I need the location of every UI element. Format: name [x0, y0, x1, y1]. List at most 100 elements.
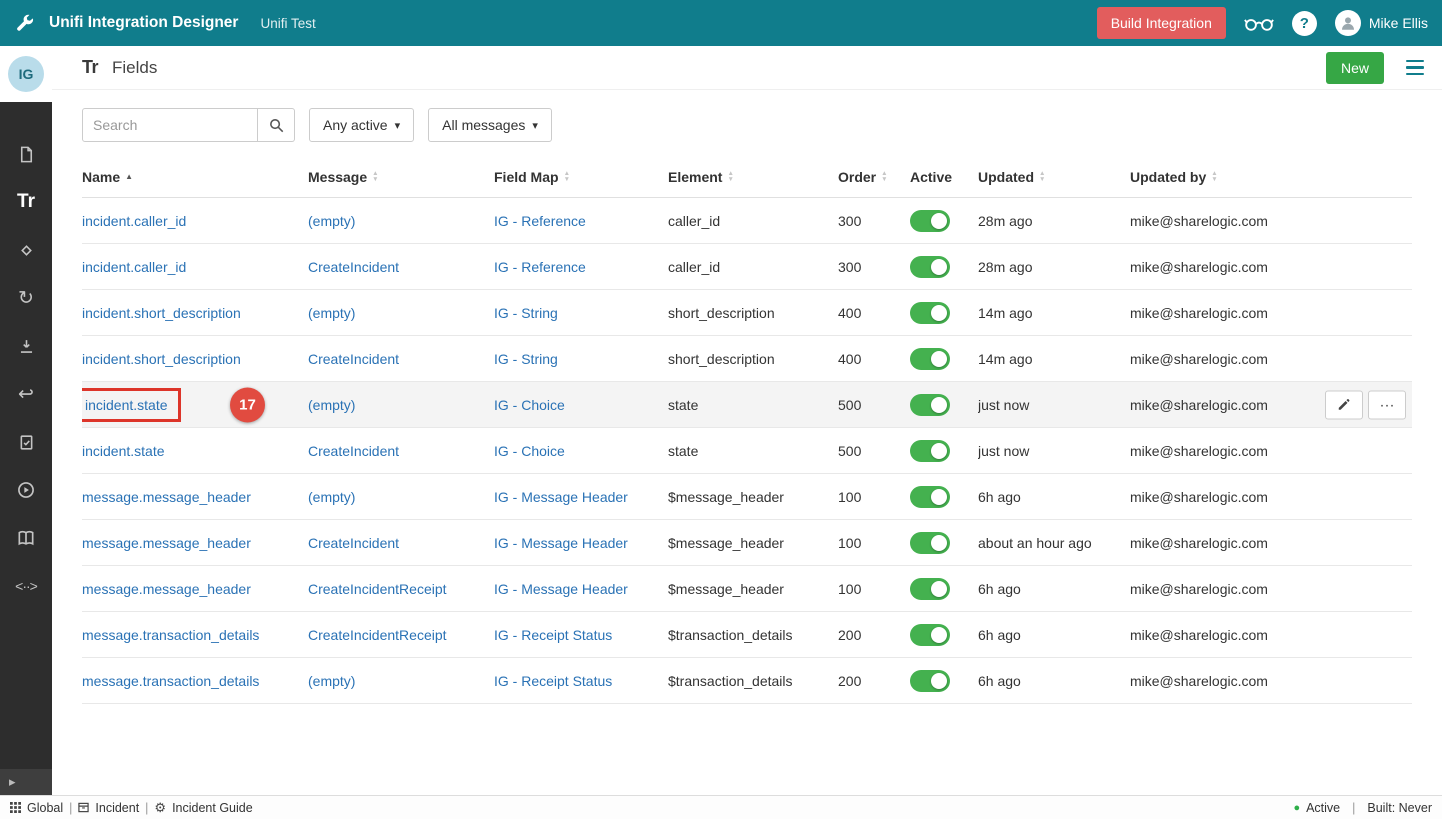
message-link[interactable]: (empty) [308, 213, 355, 229]
active-filter-dropdown[interactable]: Any active ▾ [309, 108, 414, 142]
field-name-link[interactable]: incident.caller_id [82, 259, 186, 275]
column-header-order[interactable]: Order ▲▼ [838, 169, 910, 185]
column-header-name[interactable]: Name ▲ [82, 169, 308, 185]
message-link[interactable]: CreateIncident [308, 259, 399, 275]
active-toggle[interactable] [910, 532, 950, 554]
field-map-link[interactable]: IG - Receipt Status [494, 673, 612, 689]
active-toggle[interactable] [910, 486, 950, 508]
messages-filter-dropdown[interactable]: All messages ▾ [428, 108, 552, 142]
field-map-link[interactable]: IG - Reference [494, 213, 586, 229]
statusbar-context[interactable]: ⚙ Incident Guide [154, 800, 252, 816]
field-map-link[interactable]: IG - String [494, 351, 558, 367]
incident-icon [78, 802, 89, 813]
updated-cell: 28m ago [978, 259, 1130, 275]
message-link[interactable]: (empty) [308, 489, 355, 505]
message-link[interactable]: CreateIncidentReceipt [308, 581, 447, 597]
active-toggle[interactable] [910, 670, 950, 692]
updated-by-cell: mike@sharelogic.com [1130, 489, 1412, 505]
field-map-link[interactable]: IG - String [494, 305, 558, 321]
field-map-link[interactable]: IG - Message Header [494, 489, 628, 505]
active-toggle[interactable] [910, 394, 950, 416]
field-map-link[interactable]: IG - Choice [494, 443, 565, 459]
sidebar-item-history[interactable]: ↻ [0, 274, 52, 322]
message-link[interactable]: CreateIncident [308, 443, 399, 459]
field-name-link[interactable]: incident.caller_id [82, 213, 186, 229]
updated-cell: 6h ago [978, 581, 1130, 597]
active-toggle[interactable] [910, 440, 950, 462]
column-header-element[interactable]: Element ▲▼ [668, 169, 838, 185]
message-link[interactable]: (empty) [308, 673, 355, 689]
search-button[interactable] [258, 108, 295, 142]
preview-glasses-icon[interactable] [1244, 15, 1274, 32]
active-toggle[interactable] [910, 348, 950, 370]
sidebar-collapse-button[interactable]: ▸ [0, 769, 52, 795]
integration-avatar[interactable]: IG [8, 56, 44, 92]
main-content: Tr Fields New Any active ▾ All messages … [52, 46, 1442, 795]
sidebar-item-code[interactable]: <··> [0, 562, 52, 610]
sidebar-item-run[interactable] [0, 466, 52, 514]
sidebar-item-tasks[interactable] [0, 418, 52, 466]
edit-button[interactable] [1325, 390, 1363, 419]
active-toggle[interactable] [910, 578, 950, 600]
field-name-link[interactable]: message.message_header [82, 535, 251, 551]
field-name-link[interactable]: incident.state [82, 443, 165, 459]
field-map-link[interactable]: IG - Reference [494, 259, 586, 275]
statusbar-app[interactable]: Incident [78, 801, 139, 815]
field-map-link[interactable]: IG - Receipt Status [494, 627, 612, 643]
message-link[interactable]: CreateIncident [308, 535, 399, 551]
message-link[interactable]: (empty) [308, 397, 355, 413]
updated-by-cell: mike@sharelogic.com [1130, 259, 1412, 275]
caret-down-icon: ▾ [532, 119, 538, 132]
message-link[interactable]: CreateIncidentReceipt [308, 627, 447, 643]
message-link[interactable]: CreateIncident [308, 351, 399, 367]
updated-by-cell: mike@sharelogic.com [1130, 305, 1412, 321]
user-menu[interactable]: Mike Ellis [1335, 10, 1428, 36]
message-link[interactable]: (empty) [308, 305, 355, 321]
sort-asc-icon: ▲ [125, 172, 133, 181]
app-subtitle[interactable]: Unifi Test [260, 16, 315, 31]
help-icon[interactable]: ? [1292, 11, 1317, 36]
column-label: Active [910, 169, 952, 185]
column-header-updated-by[interactable]: Updated by ▲▼ [1130, 169, 1412, 185]
field-map-link[interactable]: IG - Choice [494, 397, 565, 413]
active-toggle[interactable] [910, 302, 950, 324]
status-dot-icon: ● [1293, 802, 1300, 814]
column-header-message[interactable]: Message ▲▼ [308, 169, 494, 185]
element-cell: caller_id [668, 213, 838, 229]
annotation-box: incident.short_description [82, 305, 241, 321]
field-name-link[interactable]: incident.state [85, 397, 168, 413]
active-toggle[interactable] [910, 256, 950, 278]
menu-icon[interactable] [1404, 56, 1426, 80]
history-icon: ↻ [18, 287, 34, 310]
column-header-active: Active [910, 169, 978, 185]
statusbar-scope[interactable]: Global [10, 801, 63, 815]
annotation-box: incident.state [82, 443, 165, 459]
updated-cell: just now [978, 397, 1130, 413]
field-map-link[interactable]: IG - Message Header [494, 581, 628, 597]
sidebar-item-field-maps[interactable] [0, 226, 52, 274]
field-name-link[interactable]: incident.short_description [82, 305, 241, 321]
element-cell: $transaction_details [668, 627, 838, 643]
sidebar-item-documentation[interactable] [0, 514, 52, 562]
field-name-link[interactable]: message.transaction_details [82, 627, 259, 643]
build-integration-button[interactable]: Build Integration [1097, 7, 1226, 39]
new-button[interactable]: New [1326, 52, 1384, 84]
sidebar-item-downloads[interactable] [0, 322, 52, 370]
field-name-link[interactable]: message.transaction_details [82, 673, 259, 689]
field-name-link[interactable]: message.message_header [82, 489, 251, 505]
column-header-updated[interactable]: Updated ▲▼ [978, 169, 1130, 185]
active-toggle[interactable] [910, 624, 950, 646]
sidebar-item-documents[interactable] [0, 130, 52, 178]
field-name-link[interactable]: message.message_header [82, 581, 251, 597]
toggle-knob [931, 627, 947, 643]
download-icon [17, 337, 36, 356]
sidebar-item-fields[interactable]: Tr [0, 178, 52, 226]
sidebar-item-undo[interactable]: ↩ [0, 370, 52, 418]
toggle-knob [931, 581, 947, 597]
more-button[interactable]: ··· [1368, 390, 1406, 419]
active-toggle[interactable] [910, 210, 950, 232]
field-map-link[interactable]: IG - Message Header [494, 535, 628, 551]
column-header-field-map[interactable]: Field Map ▲▼ [494, 169, 668, 185]
field-name-link[interactable]: incident.short_description [82, 351, 241, 367]
search-input[interactable] [82, 108, 258, 142]
